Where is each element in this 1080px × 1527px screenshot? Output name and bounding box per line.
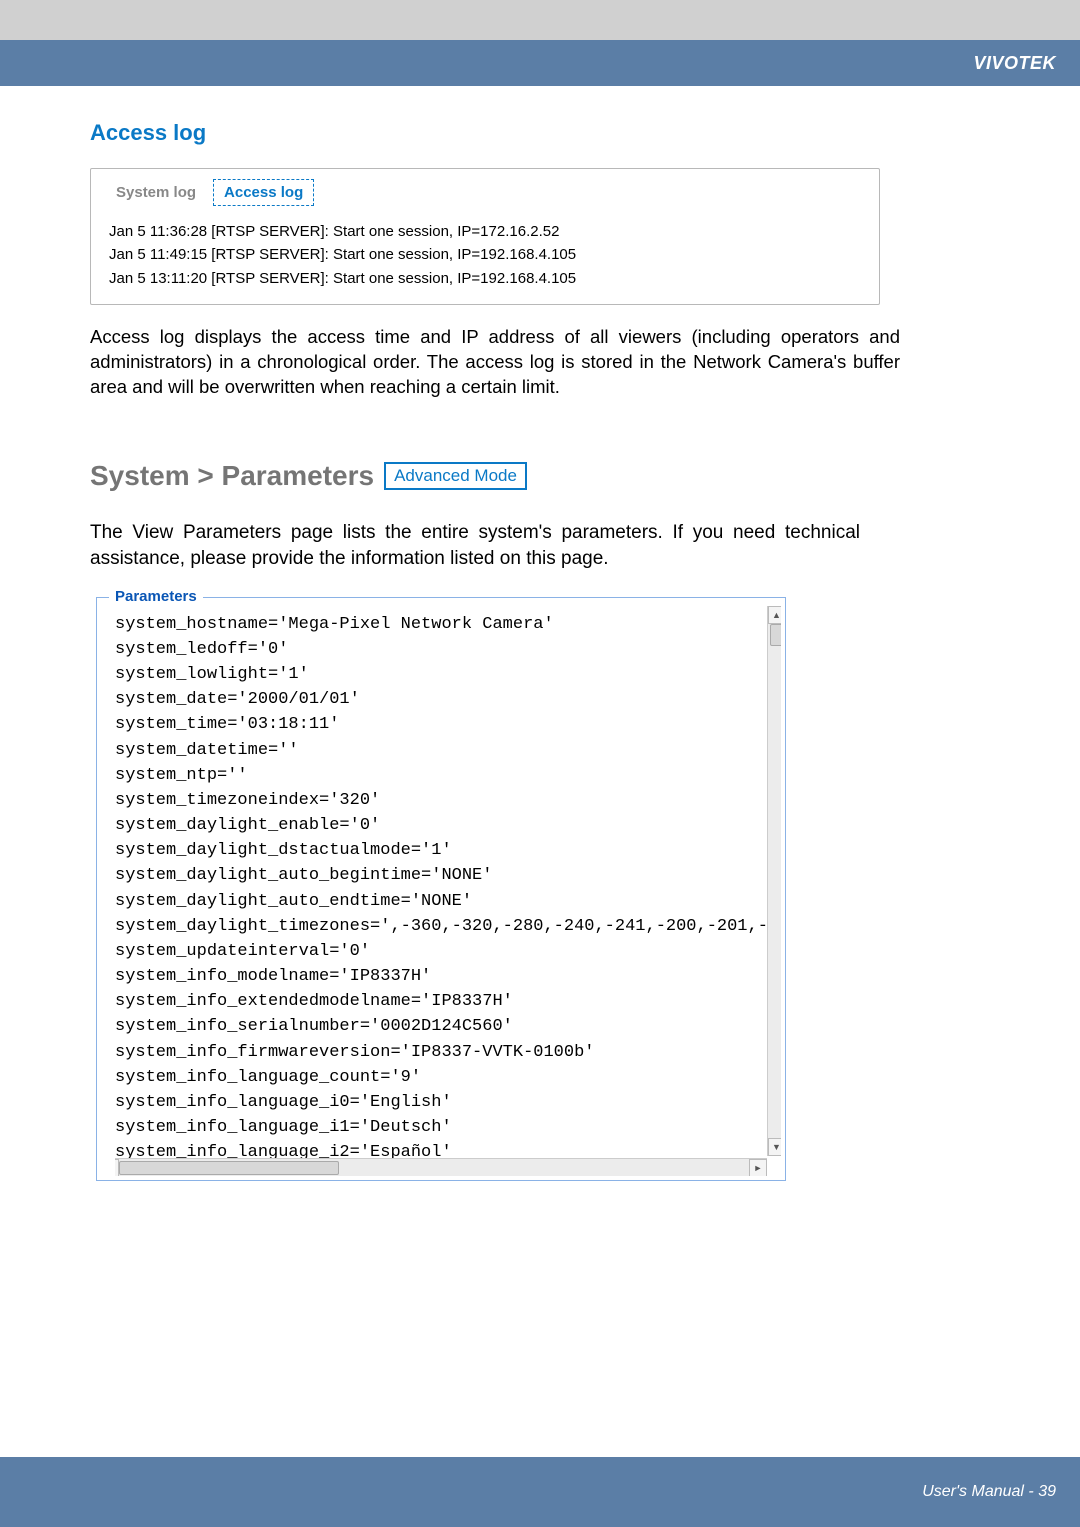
parameters-heading: System > Parameters bbox=[90, 460, 374, 492]
log-line: Jan 5 13:11:20 [RTSP SERVER]: Start one … bbox=[109, 267, 873, 290]
parameters-box: system_hostname='Mega-Pixel Network Came… bbox=[115, 606, 781, 1176]
parameters-legend: Parameters bbox=[109, 588, 203, 605]
tab-system-log[interactable]: System log bbox=[105, 179, 207, 206]
vertical-scroll-thumb[interactable] bbox=[770, 624, 781, 646]
footer-band: User's Manual - 39 bbox=[0, 1457, 1080, 1527]
parameters-heading-row: System > Parameters Advanced Mode bbox=[90, 460, 990, 492]
footer-text: User's Manual - 39 bbox=[922, 1483, 1056, 1501]
header-band: VIVOTEK bbox=[0, 40, 1080, 86]
log-body: Jan 5 11:36:28 [RTSP SERVER]: Start one … bbox=[91, 212, 879, 290]
horizontal-scroll-thumb[interactable] bbox=[119, 1161, 339, 1175]
access-log-description: Access log displays the access time and … bbox=[90, 325, 900, 400]
log-line: Jan 5 11:36:28 [RTSP SERVER]: Start one … bbox=[109, 220, 873, 243]
vertical-scrollbar[interactable]: ▲ ▼ bbox=[767, 606, 781, 1156]
scroll-up-icon[interactable]: ▲ bbox=[768, 606, 781, 624]
parameters-text[interactable]: system_hostname='Mega-Pixel Network Came… bbox=[115, 606, 781, 1165]
page: VIVOTEK Access log System log Access log… bbox=[0, 0, 1080, 1527]
tab-access-log[interactable]: Access log bbox=[213, 179, 314, 206]
parameters-fieldset: Parameters system_hostname='Mega-Pixel N… bbox=[96, 597, 786, 1181]
access-log-heading: Access log bbox=[90, 120, 990, 146]
advanced-mode-badge: Advanced Mode bbox=[384, 462, 527, 490]
content-area: Access log System log Access log Jan 5 1… bbox=[0, 86, 1080, 1457]
scroll-down-icon[interactable]: ▼ bbox=[768, 1138, 781, 1156]
log-line: Jan 5 11:49:15 [RTSP SERVER]: Start one … bbox=[109, 243, 873, 266]
log-panel: System log Access log Jan 5 11:36:28 [RT… bbox=[90, 168, 880, 305]
horizontal-scrollbar[interactable]: ◄ ► bbox=[115, 1158, 767, 1176]
scroll-right-icon[interactable]: ► bbox=[749, 1159, 767, 1176]
tabs-row: System log Access log bbox=[91, 169, 879, 212]
parameters-intro: The View Parameters page lists the entir… bbox=[90, 520, 860, 573]
brand-text: VIVOTEK bbox=[973, 53, 1056, 74]
